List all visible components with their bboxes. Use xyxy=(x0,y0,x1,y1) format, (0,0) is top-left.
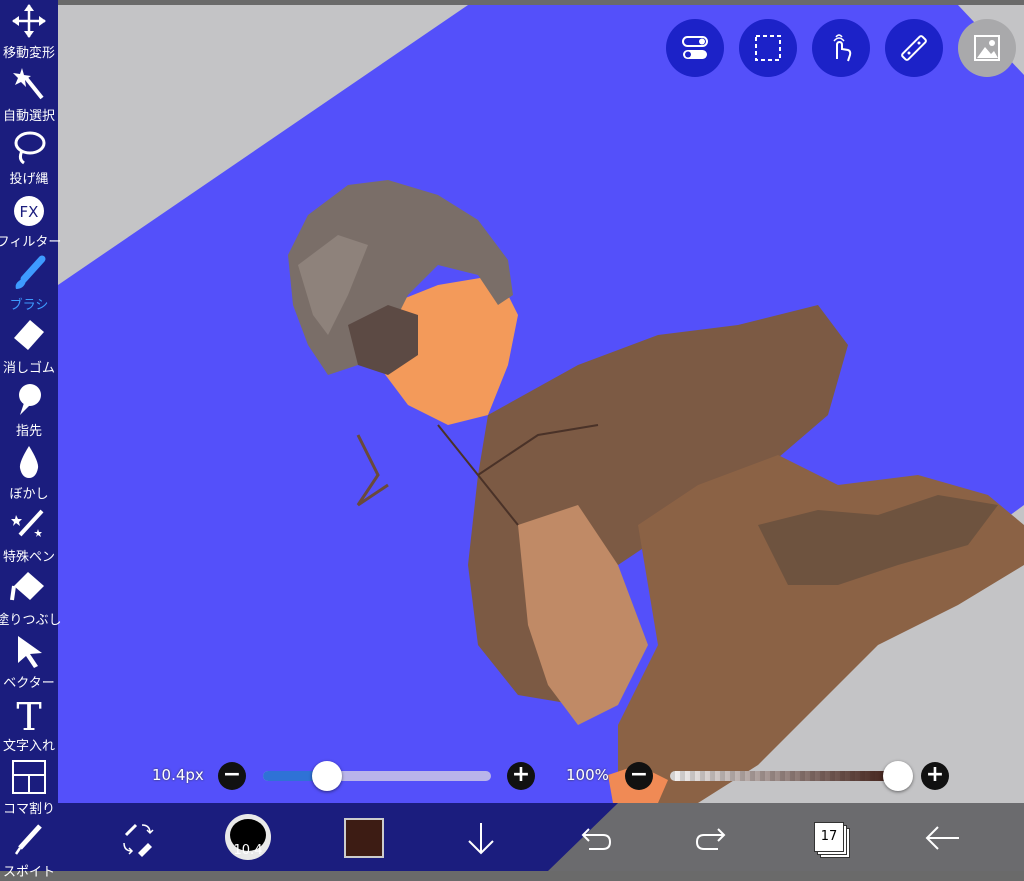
pen-eraser-swap-icon xyxy=(123,823,154,857)
redo-button[interactable] xyxy=(676,803,746,871)
tool-eyedropper[interactable]: スポイト xyxy=(0,819,58,881)
tool-label: フィルター xyxy=(0,235,62,250)
blur-drop-icon xyxy=(19,446,39,478)
magic-wand-icon xyxy=(13,68,44,100)
ruler-button[interactable] xyxy=(885,19,943,77)
tool-move[interactable]: 移動変形 xyxy=(0,0,58,62)
opacity-value: 100% xyxy=(566,766,609,784)
move-arrows-icon xyxy=(12,4,46,38)
layer-image-icon xyxy=(974,35,1000,61)
gesture-button[interactable] xyxy=(812,19,870,77)
layers-icon: 17 xyxy=(814,822,850,858)
artwork xyxy=(58,5,1024,803)
finger-smudge-icon xyxy=(19,384,41,415)
brush-size-value: 10.4px xyxy=(152,766,204,784)
selection-marquee-icon xyxy=(755,35,781,61)
fx-icon: FX xyxy=(14,196,44,226)
tool-frame[interactable]: コマ割り xyxy=(0,756,58,818)
layers-button[interactable]: 17 xyxy=(793,803,863,871)
tool-label: 塗りつぶし xyxy=(0,613,62,628)
lasso-icon xyxy=(14,131,46,165)
eyedropper-icon xyxy=(14,824,42,855)
back-button[interactable] xyxy=(908,803,978,871)
brush-preview-circle: 10.4 xyxy=(225,814,271,860)
redo-icon xyxy=(695,828,726,850)
tool-finger[interactable]: 指先 xyxy=(0,378,58,440)
tool-label: 投げ縄 xyxy=(9,172,49,187)
pen-eraser-swap-button[interactable] xyxy=(103,803,173,871)
transfer-down-button[interactable] xyxy=(445,803,515,871)
brush-size-thumb[interactable] xyxy=(311,761,342,791)
vector-cursor-icon xyxy=(18,636,42,668)
settings-toggle-button[interactable] xyxy=(666,19,724,77)
opacity-thumb[interactable] xyxy=(883,761,913,791)
color-picker-button[interactable] xyxy=(328,803,398,871)
tool-label: コマ割り xyxy=(2,802,55,817)
arrow-down-icon xyxy=(468,823,494,855)
brush-preview-value: 10.4 xyxy=(233,843,263,858)
tool-label: ベクター xyxy=(3,676,55,691)
tool-brush[interactable]: ブラシ xyxy=(0,252,58,314)
tool-text[interactable]: T 文字入れ xyxy=(0,693,58,755)
special-pen-icon xyxy=(11,509,44,537)
tool-label: 消しゴム xyxy=(2,361,55,376)
hand-gesture-icon xyxy=(833,34,852,62)
drawing-canvas[interactable] xyxy=(58,5,1024,803)
tool-label: ぼかし xyxy=(9,487,49,502)
tool-fill[interactable]: 塗りつぶし xyxy=(0,567,62,629)
brush-preview-button[interactable]: 10.4 xyxy=(215,803,285,871)
bottom-toolbar: 10.4 17 xyxy=(58,803,1024,871)
svg-text:FX: FX xyxy=(20,203,39,221)
bottom-bar-gray-overlay xyxy=(548,803,1024,871)
tool-label: 文字入れ xyxy=(2,739,55,754)
tool-label: ブラシ xyxy=(9,298,49,313)
tool-filter[interactable]: FX フィルター xyxy=(0,189,61,251)
opacity-increase-button[interactable]: + xyxy=(921,762,949,790)
eraser-icon xyxy=(14,320,44,350)
tool-label: 指先 xyxy=(15,424,42,439)
tool-special-pen[interactable]: 特殊ペン xyxy=(0,504,58,566)
opacity-track[interactable] xyxy=(670,771,898,781)
current-color-swatch xyxy=(344,818,384,858)
tool-blur[interactable]: ぼかし xyxy=(0,441,58,503)
toggle-switches-icon xyxy=(682,36,708,59)
tool-lasso[interactable]: 投げ縄 xyxy=(0,126,58,188)
ruler-icon xyxy=(901,35,927,61)
frame-divider-icon xyxy=(12,760,46,794)
brush-icon xyxy=(15,255,46,289)
text-tool-icon: T xyxy=(16,696,41,732)
undo-button[interactable] xyxy=(561,803,631,871)
opacity-decrease-button[interactable]: − xyxy=(625,762,653,790)
tool-label: 自動選択 xyxy=(2,109,55,124)
tool-auto-select[interactable]: 自動選択 xyxy=(0,63,58,125)
material-button[interactable] xyxy=(958,19,1016,77)
bucket-fill-icon xyxy=(10,572,44,601)
brush-size-decrease-button[interactable]: − xyxy=(218,762,246,790)
layers-count: 17 xyxy=(814,822,844,852)
selection-button[interactable] xyxy=(739,19,797,77)
tool-label: 移動変形 xyxy=(2,46,55,61)
undo-icon xyxy=(581,828,612,850)
tool-label: 特殊ペン xyxy=(2,550,55,565)
tool-sidebar: 移動変形 自動選択 投げ縄 FX フィルター ブラシ 消しゴム 指先 ぼかし 特… xyxy=(0,0,62,880)
tool-eraser[interactable]: 消しゴム xyxy=(0,315,58,377)
tool-vector[interactable]: ベクター xyxy=(0,630,58,692)
brush-size-increase-button[interactable]: + xyxy=(507,762,535,790)
brush-size-track[interactable] xyxy=(263,771,491,781)
arrow-left-icon xyxy=(925,826,959,850)
svg-text:T: T xyxy=(16,696,41,732)
